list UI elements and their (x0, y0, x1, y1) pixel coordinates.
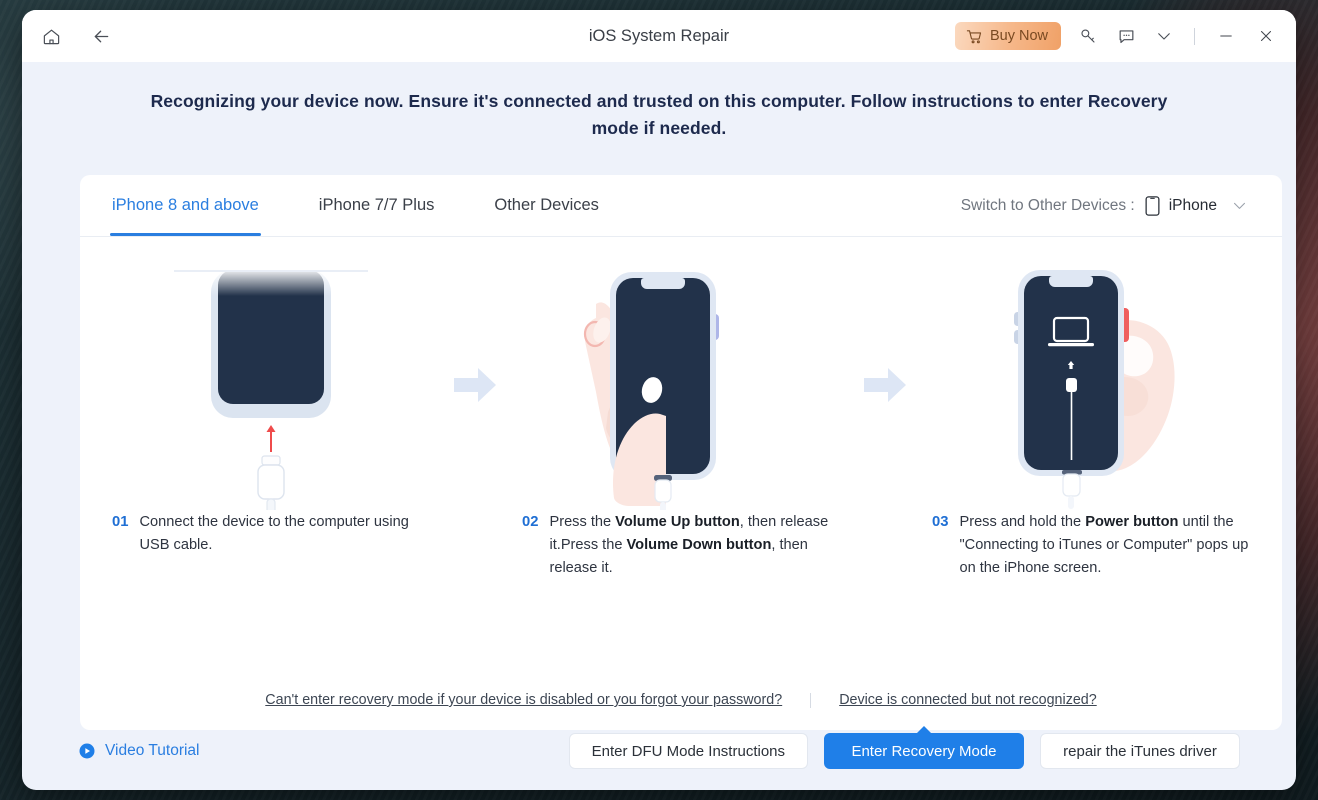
enter-dfu-mode-instructions-button[interactable]: Enter DFU Mode Instructions (568, 733, 808, 769)
recovery-mode-help-link[interactable]: Can't enter recovery mode if your device… (265, 692, 782, 708)
step-arrow-1 (436, 259, 516, 511)
step-3-body: Press and hold the Power button until th… (959, 514, 1249, 577)
tab-label: iPhone 7/7 Plus (318, 196, 435, 214)
tab-other-devices[interactable]: Other Devices (492, 175, 601, 236)
right-arrow-icon (454, 368, 496, 402)
buy-now-button[interactable]: Buy Now (954, 22, 1061, 50)
step-1-illustration (106, 259, 436, 511)
enter-recovery-mode-button[interactable]: Enter Recovery Mode (824, 733, 1024, 769)
press-volume-buttons-illustration (583, 272, 719, 510)
home-icon[interactable] (34, 19, 68, 53)
connect-cable-illustration (174, 268, 368, 510)
titlebar-divider (1194, 27, 1195, 45)
chat-bubble-icon[interactable] (1109, 19, 1143, 53)
step-2-illustration (516, 259, 846, 511)
step-2: 02 Press the Volume Up button, then rele… (516, 259, 846, 580)
links-divider (810, 692, 812, 708)
footer-bar: Video Tutorial Enter DFU Mode Instructio… (22, 712, 1296, 790)
switch-device-control: Switch to Other Devices : iPhone (961, 193, 1252, 218)
step-2-body: Press the Volume Up button, then release… (549, 514, 829, 577)
button-label: Enter Recovery Mode (851, 742, 997, 760)
key-icon[interactable] (1071, 19, 1105, 53)
title-bar-left-controls (22, 19, 118, 53)
tab-iphone-8-and-above[interactable]: iPhone 8 and above (110, 175, 261, 236)
cart-icon (966, 28, 983, 45)
step-1-body: Connect the device to the computer using… (139, 514, 409, 554)
app-window: iOS System Repair Buy Now Recognizing yo… (22, 10, 1296, 790)
device-selector[interactable]: iPhone (1145, 195, 1217, 216)
play-circle-icon (78, 742, 96, 760)
device-selector-chevron-down-icon[interactable] (1227, 193, 1252, 218)
button-label: Enter DFU Mode Instructions (591, 742, 785, 760)
switch-device-label: Switch to Other Devices : (960, 196, 1135, 214)
tab-iphone-7-7-plus[interactable]: iPhone 7/7 Plus (317, 175, 437, 236)
more-menu-chevron-down-icon[interactable] (1147, 19, 1181, 53)
step-1: 01 Connect the device to the computer us… (106, 259, 436, 557)
step-arrow-2 (846, 259, 926, 511)
close-icon[interactable] (1248, 19, 1284, 53)
video-tutorial-link[interactable]: Video Tutorial (78, 742, 200, 760)
title-bar: iOS System Repair Buy Now (22, 10, 1296, 62)
steps-row: 01 Connect the device to the computer us… (80, 237, 1282, 580)
step-3-number: 03 (932, 514, 949, 530)
step-1-number: 01 (112, 514, 129, 530)
buy-now-label: Buy Now (989, 28, 1048, 44)
step-2-number: 02 (522, 514, 539, 530)
step-3: 03 Press and hold the Power button until… (926, 259, 1256, 580)
step-2-text: 02 Press the Volume Up button, then rele… (516, 511, 846, 580)
tab-label: iPhone 8 and above (112, 196, 259, 214)
title-bar-right-controls: Buy Now (954, 19, 1296, 53)
device-tabs: iPhone 8 and above iPhone 7/7 Plus Other… (80, 175, 1282, 237)
step-3-illustration (926, 259, 1256, 511)
card-help-links: Can't enter recovery mode if your device… (80, 692, 1282, 708)
device-selector-value: iPhone (1168, 196, 1217, 214)
right-arrow-icon (864, 368, 906, 402)
phone-icon (1145, 195, 1160, 216)
repair-itunes-driver-button[interactable]: repair the iTunes driver (1040, 733, 1240, 769)
device-not-recognized-link[interactable]: Device is connected but not recognized? (839, 692, 1097, 708)
tab-label: Other Devices (494, 196, 599, 214)
minimize-icon[interactable] (1208, 19, 1244, 53)
recovery-mode-screen-illustration (1014, 270, 1175, 509)
step-3-text: 03 Press and hold the Power button until… (926, 511, 1256, 580)
step-1-text: 01 Connect the device to the computer us… (106, 511, 436, 557)
back-arrow-icon[interactable] (84, 19, 118, 53)
video-tutorial-label: Video Tutorial (105, 742, 200, 759)
footer-buttons: Enter DFU Mode Instructions Enter Recove… (568, 733, 1240, 769)
button-label: repair the iTunes driver (1063, 742, 1217, 760)
instructions-card: iPhone 8 and above iPhone 7/7 Plus Other… (80, 175, 1282, 730)
status-headline: Recognizing your device now. Ensure it's… (150, 91, 1168, 139)
